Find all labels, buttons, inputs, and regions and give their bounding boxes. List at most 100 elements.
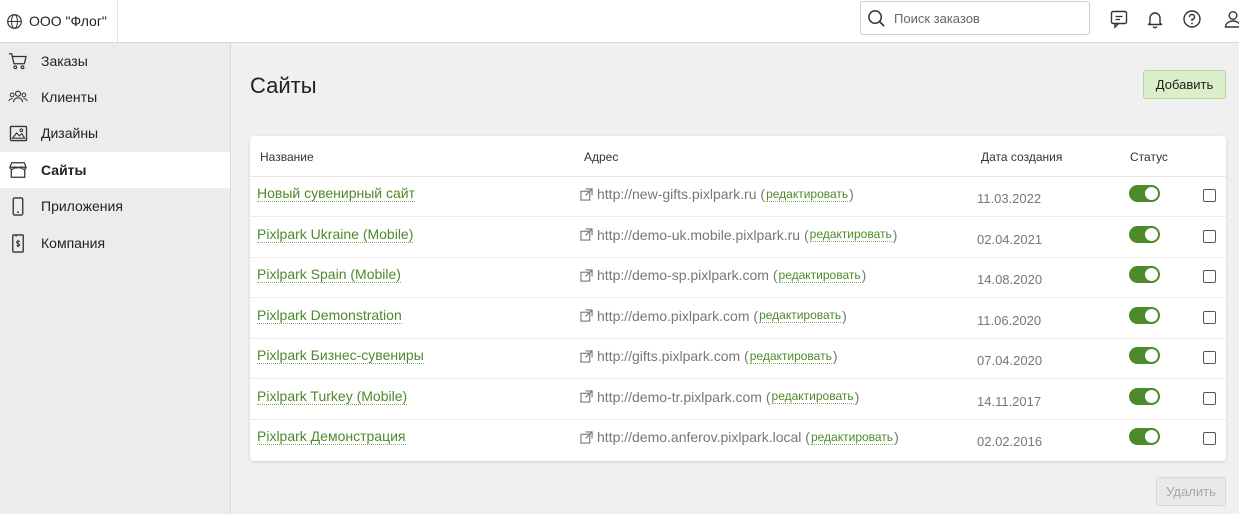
created-date: 14.11.2017: [977, 393, 1042, 409]
status-toggle[interactable]: [1129, 266, 1160, 283]
external-link-icon[interactable]: [580, 309, 593, 322]
toggle-knob: [1145, 308, 1158, 322]
row-checkbox[interactable]: [1203, 189, 1216, 202]
created-date: 11.06.2020: [977, 312, 1042, 328]
edit-address-link[interactable]: редактировать: [771, 389, 854, 404]
external-link-icon[interactable]: [580, 187, 593, 201]
site-url[interactable]: http://gifts.pixlpark.com: [597, 348, 740, 364]
sidebar-item-company[interactable]: Компания: [0, 225, 230, 261]
site-url[interactable]: http://demo.anferov.pixlpark.local: [597, 429, 801, 445]
search-input[interactable]: [894, 10, 1074, 26]
external-link-icon[interactable]: [580, 430, 593, 444]
sidebar-item-clients[interactable]: Клиенты: [0, 79, 230, 115]
sidebar-item-sites[interactable]: Сайты: [0, 152, 230, 188]
sidebar: Заказы Клиенты Дизайны Сайты Приложения …: [0, 43, 231, 514]
edit-address-link[interactable]: редактировать: [809, 227, 892, 242]
help-icon: [1183, 10, 1201, 28]
edit-address-link[interactable]: редактировать: [749, 349, 832, 364]
site-address: http://demo.anferov.pixlpark.local (реда…: [580, 429, 899, 445]
sidebar-item-orders[interactable]: Заказы: [0, 43, 230, 79]
table-row: Pixlpark Бизнес-сувениры http://gifts.pix…: [250, 339, 1226, 379]
row-checkbox[interactable]: [1203, 270, 1216, 283]
toggle-knob: [1145, 268, 1158, 281]
sidebar-item-label: Компания: [41, 235, 106, 251]
status-toggle[interactable]: [1129, 387, 1160, 405]
site-url[interactable]: http://demo.pixlpark.com: [597, 308, 750, 324]
edit-address-link[interactable]: редактировать: [766, 187, 849, 202]
site-name-link[interactable]: Pixlpark Бизнес-сувениры: [257, 347, 424, 364]
site-address: http://new-gifts.pixlpark.ru (редактиров…: [580, 186, 854, 202]
external-link-icon[interactable]: [580, 268, 593, 282]
image-icon: [8, 123, 28, 143]
row-checkbox[interactable]: [1203, 432, 1216, 445]
paren-open: (: [801, 429, 810, 445]
edit-address-link[interactable]: редактировать: [810, 430, 894, 445]
bell-icon: [1147, 12, 1163, 29]
sidebar-item-designs[interactable]: Дизайны: [0, 115, 230, 151]
site-address: http://demo-tr.pixlpark.com (редактирова…: [580, 389, 859, 405]
delete-button[interactable]: Удалить: [1156, 477, 1226, 506]
table-row: Pixlpark Demonstration http://demo.pixlpa…: [250, 299, 1226, 339]
row-checkbox[interactable]: [1203, 229, 1216, 243]
paren-close: ): [854, 388, 860, 405]
main-content: Сайты Добавить Название Адрес Дата созда…: [231, 43, 1239, 514]
row-checkbox[interactable]: [1203, 391, 1216, 405]
table-row: Pixlpark Turkey (Mobile) http://demo-tr.p…: [250, 380, 1226, 420]
top-bar: ООО "Флог": [0, 0, 1239, 43]
site-name-link[interactable]: Pixlpark Turkey (Mobile): [257, 388, 408, 405]
status-toggle[interactable]: [1129, 185, 1160, 202]
site-url[interactable]: http://demo-tr.pixlpark.com: [597, 389, 762, 405]
user-menu-button[interactable]: [1222, 8, 1239, 30]
edit-address-link[interactable]: редактировать: [759, 308, 842, 323]
document-icon: [8, 233, 28, 253]
sites-table: Название Адрес Дата создания Статус Новы…: [250, 136, 1226, 461]
row-checkbox[interactable]: [1203, 351, 1216, 364]
site-url[interactable]: http://demo-uk.mobile.pixlpark.ru: [597, 227, 800, 243]
external-link-icon[interactable]: [580, 390, 593, 403]
chat-button[interactable]: [1108, 8, 1130, 30]
add-site-button[interactable]: Добавить: [1143, 70, 1226, 99]
status-toggle[interactable]: [1129, 306, 1160, 324]
created-date: 02.02.2016: [977, 434, 1043, 449]
sidebar-item-apps[interactable]: Приложения: [0, 188, 230, 224]
paren-open: (: [800, 226, 809, 243]
status-toggle[interactable]: [1129, 428, 1160, 445]
status-toggle[interactable]: [1129, 347, 1160, 364]
search-box[interactable]: [860, 1, 1090, 35]
site-name-link[interactable]: Pixlpark Demonstration: [257, 307, 402, 324]
row-checkbox[interactable]: [1203, 310, 1216, 324]
column-header-created: Дата создания: [981, 150, 1063, 164]
help-button[interactable]: [1181, 8, 1203, 30]
edit-address-link[interactable]: редактировать: [778, 268, 861, 283]
external-link-icon[interactable]: [580, 349, 593, 363]
sidebar-item-label: Заказы: [41, 53, 88, 69]
user-icon: [1224, 11, 1239, 28]
phone-icon: [8, 196, 28, 216]
table-row: Новый сувенирный сайт http://new-gifts.pi…: [250, 177, 1226, 217]
table-row: Pixlpark Демонстрация http://demo.anferov…: [250, 420, 1226, 460]
paren-open: (: [768, 267, 778, 283]
notifications-button[interactable]: [1144, 8, 1166, 30]
company-switcher[interactable]: ООО "Флог": [0, 0, 118, 42]
site-url[interactable]: http://new-gifts.pixlpark.ru: [597, 186, 757, 202]
page-title: Сайты: [250, 73, 317, 98]
site-name-link[interactable]: Новый сувенирный сайт: [257, 185, 416, 202]
sidebar-item-label: Клиенты: [41, 89, 98, 105]
site-name-link[interactable]: Pixlpark Ukraine (Mobile): [257, 226, 414, 243]
toggle-knob: [1145, 349, 1158, 362]
paren-close: ): [892, 226, 898, 243]
created-date: 02.04.2021: [977, 231, 1043, 247]
site-name-link[interactable]: Pixlpark Демонстрация: [257, 428, 406, 445]
chat-icon: [1110, 10, 1128, 29]
paren-open: (: [761, 388, 771, 405]
status-toggle[interactable]: [1129, 225, 1160, 243]
external-link-icon[interactable]: [580, 228, 593, 241]
store-icon: [8, 160, 28, 180]
site-url[interactable]: http://demo-sp.pixlpark.com: [597, 267, 769, 283]
users-icon: [8, 87, 28, 107]
sidebar-item-label: Сайты: [41, 162, 87, 178]
paren-open: (: [756, 186, 766, 202]
site-name-link[interactable]: Pixlpark Spain (Mobile): [257, 266, 401, 283]
paren-close: ): [842, 307, 847, 324]
created-date: 11.03.2022: [977, 191, 1042, 206]
